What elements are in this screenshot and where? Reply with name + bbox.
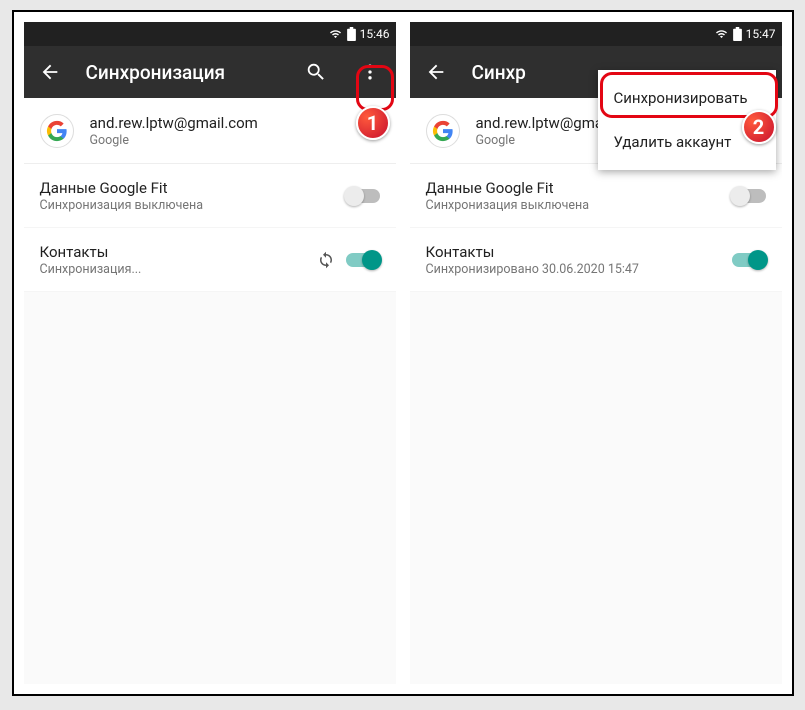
sync-item-title: Контакты (40, 243, 306, 261)
more-vert-icon (360, 62, 380, 82)
toggle-switch[interactable] (346, 189, 380, 203)
callout-badge: 2 (742, 110, 776, 144)
sync-item-sub: Синхронизация... (40, 262, 306, 277)
sync-item-google-fit[interactable]: Данные Google Fit Синхронизация выключен… (24, 164, 396, 228)
wifi-icon (714, 28, 729, 40)
account-email: and.rew.lptw@gmail.com (90, 114, 380, 132)
appbar: Синхронизация (24, 46, 396, 98)
sync-item-sub: Синхронизация выключена (40, 198, 336, 213)
statusbar: 15:47 (410, 22, 782, 46)
account-provider: Google (90, 133, 380, 148)
wifi-icon (328, 28, 343, 40)
google-icon (40, 114, 74, 148)
sync-item-title: Данные Google Fit (40, 179, 336, 197)
page-title: Синхронизация (86, 61, 280, 84)
search-button[interactable] (298, 54, 334, 90)
arrow-back-icon (39, 61, 61, 83)
statusbar: 15:46 (24, 22, 396, 46)
callout-badge: 1 (356, 106, 390, 140)
search-icon (305, 61, 327, 83)
back-button[interactable] (418, 54, 454, 90)
sync-item-sub: Синхронизация выключена (426, 198, 722, 213)
account-header[interactable]: and.rew.lptw@gmail.com Google (24, 98, 396, 164)
overflow-menu-button[interactable] (352, 54, 388, 90)
sync-item-title: Контакты (426, 243, 722, 261)
sync-item-sub: Синхронизировано 30.06.2020 15:47 (426, 262, 722, 277)
toggle-switch[interactable] (732, 253, 766, 267)
arrow-back-icon (425, 61, 447, 83)
clock-text: 15:46 (360, 27, 390, 41)
back-button[interactable] (32, 54, 68, 90)
sync-item-title: Данные Google Fit (426, 179, 722, 197)
sync-item-google-fit[interactable]: Данные Google Fit Синхронизация выключен… (410, 164, 782, 228)
clock-text: 15:47 (746, 27, 776, 41)
battery-icon (347, 27, 356, 41)
google-icon (426, 114, 460, 148)
toggle-switch[interactable] (732, 189, 766, 203)
phone-left: 15:46 Синхронизация and.rew.lptw@gmail.c… (24, 22, 396, 684)
sync-progress-icon (316, 250, 336, 270)
sync-item-contacts[interactable]: Контакты Синхронизировано 30.06.2020 15:… (410, 228, 782, 292)
phone-right: 15:47 Синхр and.rew.lptw@gmail.com Googl… (410, 22, 782, 684)
sync-item-contacts[interactable]: Контакты Синхронизация... (24, 228, 396, 292)
toggle-switch[interactable] (346, 253, 380, 267)
battery-icon (733, 27, 742, 41)
